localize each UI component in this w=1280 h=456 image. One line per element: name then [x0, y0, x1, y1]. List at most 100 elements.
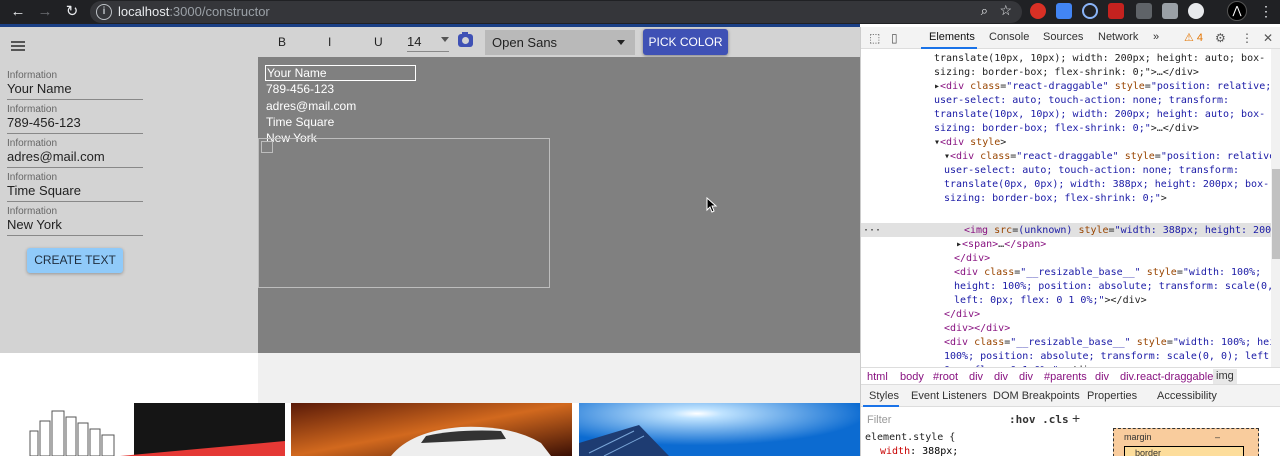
tab-styles[interactable]: Styles: [869, 390, 899, 402]
css-property: width: [880, 446, 911, 456]
field-label: Information: [7, 206, 58, 217]
crumb-img[interactable]: img: [1213, 369, 1237, 384]
font-family-value: Open Sans: [492, 35, 558, 50]
font-family-select[interactable]: Open Sans: [485, 30, 635, 55]
canvas-text-name[interactable]: Your Name: [265, 65, 416, 81]
width-declaration[interactable]: width: 388px;: [880, 446, 958, 456]
crumb-div[interactable]: div: [1019, 371, 1033, 383]
broken-image-icon: [261, 141, 273, 153]
tab-properties[interactable]: Properties: [1087, 390, 1137, 402]
inspect-element-icon[interactable]: ⬚: [869, 31, 880, 45]
mouse-cursor-icon: [706, 197, 718, 213]
info-field-name[interactable]: Information Your Name: [7, 70, 143, 100]
box-margin-label: margin: [1124, 432, 1152, 442]
extension-red-icon[interactable]: [1030, 3, 1046, 19]
canvas-image-placeholder[interactable]: [258, 138, 550, 288]
chevron-down-icon: [441, 37, 449, 42]
info-field-city[interactable]: Information New York: [7, 206, 143, 236]
profile-avatar[interactable]: ⋀: [1227, 1, 1247, 21]
search-icon[interactable]: ⌕: [981, 3, 988, 19]
download-extension-icon[interactable]: [1188, 3, 1204, 19]
field-label: Information: [7, 70, 58, 81]
field-label: Information: [7, 138, 58, 149]
device-toggle-icon[interactable]: ▯: [891, 31, 898, 45]
dom-tree[interactable]: translate(10px, 10px); width: 200px; hei…: [861, 49, 1271, 367]
city-template-thumbnail[interactable]: [0, 403, 285, 456]
field-value[interactable]: Time Square: [7, 183, 81, 198]
back-icon[interactable]: ←: [8, 2, 28, 22]
forward-icon[interactable]: →: [35, 2, 55, 22]
italic-button[interactable]: I: [328, 35, 331, 49]
canvas-text-street[interactable]: Time Square: [266, 115, 334, 129]
element-style-selector: element.style {: [865, 432, 956, 443]
info-field-street[interactable]: Information Time Square: [7, 172, 143, 202]
extension-badge-icon[interactable]: [1108, 3, 1124, 19]
warning-count-badge[interactable]: ⚠ 4: [1184, 31, 1203, 44]
tab-network[interactable]: Network: [1098, 31, 1138, 43]
field-value[interactable]: Your Name: [7, 81, 72, 96]
box-border-label: border: [1135, 448, 1162, 456]
field-value[interactable]: New York: [7, 217, 62, 232]
browser-menu-icon[interactable]: ⋮: [1259, 3, 1273, 19]
box-border-area: border: [1124, 446, 1244, 456]
tab-console[interactable]: Console: [989, 31, 1029, 43]
url-host: localhost: [118, 4, 170, 19]
solar-template-thumbnail[interactable]: [579, 403, 860, 456]
font-size-value: 14: [407, 34, 422, 49]
new-style-rule-icon[interactable]: +: [1072, 410, 1080, 426]
url-text[interactable]: localhost:3000/constructor: [118, 4, 270, 19]
hamburger-menu-icon[interactable]: [11, 41, 25, 51]
field-value[interactable]: adres@mail.com: [7, 149, 105, 164]
bookmark-star-icon[interactable]: ☆: [999, 2, 1012, 19]
close-icon[interactable]: ✕: [1263, 31, 1273, 45]
crumb-body[interactable]: body: [900, 371, 924, 383]
address-bar[interactable]: i localhost:3000/constructor ⌕ ☆: [90, 1, 1022, 23]
canvas-text-phone[interactable]: 789-456-123: [266, 82, 334, 96]
browser-toolbar: ← → ↻ i localhost:3000/constructor ⌕ ☆ ⋀…: [0, 0, 1280, 24]
tab-dom-breakpoints[interactable]: DOM Breakpoints: [993, 390, 1080, 402]
tab-sources[interactable]: Sources: [1043, 31, 1083, 43]
underline-button[interactable]: U: [374, 35, 383, 49]
editor-toolbar: B I U 14 Open Sans PICK COLOR: [258, 27, 860, 57]
crumb-div[interactable]: div: [994, 371, 1008, 383]
create-text-button[interactable]: CREATE TEXT: [27, 248, 123, 273]
reload-icon[interactable]: ↻: [62, 2, 82, 22]
crumb-root[interactable]: #root: [933, 371, 958, 383]
car-template-thumbnail[interactable]: [291, 403, 572, 456]
camera-icon[interactable]: [458, 32, 473, 47]
chevron-down-icon: [617, 40, 625, 45]
extension-icon[interactable]: [1082, 3, 1098, 19]
translate-extension-icon[interactable]: [1056, 3, 1072, 19]
scrollbar-thumb[interactable]: [1272, 169, 1280, 259]
more-tabs-icon[interactable]: »: [1153, 31, 1159, 43]
tab-elements[interactable]: Elements: [929, 31, 975, 43]
info-field-phone[interactable]: Information 789-456-123: [7, 104, 143, 134]
canvas-text-email[interactable]: adres@mail.com: [266, 99, 356, 113]
pick-color-button[interactable]: PICK COLOR: [643, 29, 728, 55]
crumb-html[interactable]: html: [867, 371, 888, 383]
pen-extension-icon[interactable]: [1136, 3, 1152, 19]
bold-button[interactable]: B: [278, 35, 286, 49]
styles-filter-input[interactable]: Filter: [867, 414, 891, 426]
design-canvas[interactable]: Your Name 789-456-123 adres@mail.com Tim…: [258, 57, 860, 353]
settings-gear-icon[interactable]: ⚙: [1215, 31, 1226, 45]
information-panel: Information Your Name Information 789-45…: [0, 27, 258, 353]
info-icon[interactable]: i: [96, 4, 112, 20]
dom-tree-scrollbar[interactable]: [1271, 49, 1280, 367]
crumb-react-draggable[interactable]: div.react-draggable: [1120, 371, 1213, 383]
warning-count: 4: [1196, 32, 1204, 44]
crumb-div[interactable]: div: [1095, 371, 1109, 383]
devtools-panel: ⬚ ▯ Elements Console Sources Network » ⚠…: [860, 27, 1280, 456]
crumb-parents[interactable]: #parents: [1044, 371, 1087, 383]
tab-accessibility[interactable]: Accessibility: [1157, 390, 1217, 402]
tab-event-listeners[interactable]: Event Listeners: [911, 390, 987, 402]
crumb-div[interactable]: div: [969, 371, 983, 383]
devtools-menu-icon[interactable]: ⋮: [1241, 31, 1253, 45]
canvas-bottom-area: [258, 353, 860, 403]
info-field-email[interactable]: Information adres@mail.com: [7, 138, 143, 168]
font-size-select[interactable]: 14: [407, 32, 449, 52]
field-value[interactable]: 789-456-123: [7, 115, 81, 130]
css-value[interactable]: 388px;: [922, 446, 958, 456]
mail-extension-icon[interactable]: [1162, 3, 1178, 19]
hover-state-toggle[interactable]: :hov .cls: [1009, 413, 1069, 426]
